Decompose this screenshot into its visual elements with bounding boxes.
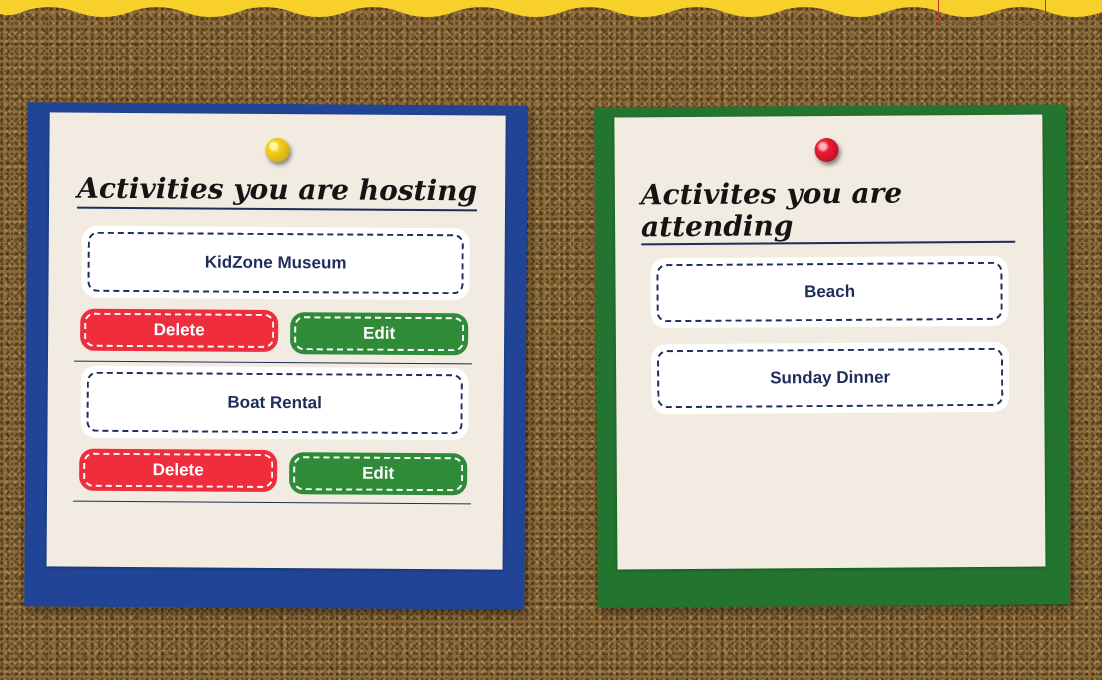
hosting-note: Activities you are hosting KidZone Museu… (46, 112, 506, 570)
activity-name: Beach (803, 281, 856, 302)
yellow-pushpin-icon (265, 137, 290, 163)
attending-title: Activites you are attending (641, 177, 1016, 246)
divider (72, 500, 471, 505)
edit-button[interactable]: Edit (290, 312, 469, 356)
edit-button[interactable]: Edit (289, 452, 468, 496)
divider (73, 360, 472, 365)
red-pushpin-icon (814, 137, 839, 163)
attending-activity-card[interactable]: Sunday Dinner (653, 344, 1007, 412)
activity-name: Boat Rental (227, 392, 322, 413)
attending-note: Activites you are attending Beach Sunday… (614, 114, 1046, 570)
attending-activity-card[interactable]: Beach (653, 258, 1006, 326)
hosting-title: Activities you are hosting (77, 172, 478, 212)
attending-board: Activites you are attending Beach Sunday… (594, 104, 1070, 608)
delete-button[interactable]: Delete (80, 308, 279, 353)
activity-name: KidZone Museum (204, 252, 347, 273)
activity-name: Sunday Dinner (770, 367, 891, 388)
hosting-board: Activities you are hosting KidZone Museu… (24, 102, 528, 610)
delete-button[interactable]: Delete (79, 448, 278, 493)
top-wavy-banner (0, 0, 1102, 17)
corner-tab[interactable] (938, 0, 1046, 24)
hosting-activity-card[interactable]: Boat Rental (83, 368, 466, 438)
hosting-activity-card[interactable]: KidZone Museum (84, 228, 467, 298)
